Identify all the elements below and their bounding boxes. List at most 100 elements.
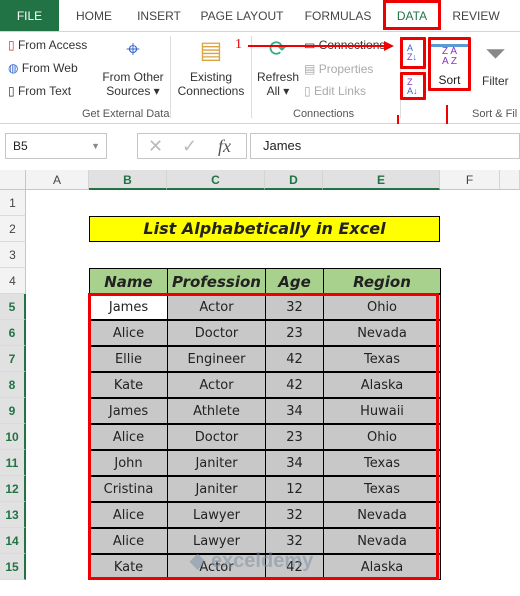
column-header-a[interactable]: A — [26, 170, 89, 190]
row-header-7[interactable]: 7 — [0, 346, 26, 372]
cell-age[interactable]: 23 — [265, 424, 324, 450]
edit-links-icon: ▯ — [304, 84, 311, 98]
from-access-button[interactable]: ▯ From Access — [8, 38, 87, 52]
row-header-12[interactable]: 12 — [0, 476, 26, 502]
row-header-2[interactable]: 2 — [0, 216, 26, 242]
tab-data[interactable]: DATA — [383, 0, 441, 30]
cell-region[interactable]: Huwaii — [323, 398, 441, 424]
row-header-13[interactable]: 13 — [0, 502, 26, 528]
funnel-icon: ⏷ — [484, 38, 506, 68]
column-header-c[interactable]: C — [167, 170, 265, 190]
cell-name[interactable]: Kate — [89, 372, 168, 398]
row-header-15[interactable]: 15 — [0, 554, 26, 580]
cell-age[interactable]: 42 — [265, 346, 324, 372]
row-header-4[interactable]: 4 — [0, 268, 26, 294]
filter-button[interactable]: ⏷ Filter — [482, 38, 509, 88]
tab-review[interactable]: REVIEW — [448, 0, 504, 31]
cell-profession[interactable]: Actor — [167, 372, 266, 398]
cell-name[interactable]: Alice — [89, 320, 168, 346]
tab-home[interactable]: HOME — [66, 0, 122, 31]
cell-profession[interactable]: Doctor — [167, 320, 266, 346]
column-header-e[interactable]: E — [323, 170, 440, 190]
cell-name[interactable]: John — [89, 450, 168, 476]
from-text-button[interactable]: ▯ From Text — [8, 84, 71, 98]
from-web-button[interactable]: ◍ From Web — [8, 61, 78, 75]
cell-region[interactable]: Ohio — [323, 294, 441, 320]
cell-region[interactable]: Texas — [323, 346, 441, 372]
cell-region[interactable]: Alaska — [323, 554, 441, 580]
watermark: ◆ exceldemy — [190, 550, 314, 572]
header-profession[interactable]: Profession — [167, 268, 266, 294]
cell-region[interactable]: Texas — [323, 476, 441, 502]
insert-function-icon[interactable]: fx — [218, 134, 231, 158]
edit-links-button[interactable]: ▯ Edit Links — [304, 84, 366, 98]
header-name[interactable]: Name — [89, 268, 168, 294]
row-header-9[interactable]: 9 — [0, 398, 26, 424]
cell-name[interactable]: Kate — [89, 554, 168, 580]
cell-profession[interactable]: Lawyer — [167, 502, 266, 528]
cell-age[interactable]: 34 — [265, 450, 324, 476]
cell-name[interactable]: James — [89, 398, 168, 424]
properties-button[interactable]: ▤ Properties — [304, 62, 373, 76]
column-header-f[interactable]: F — [440, 170, 500, 190]
sort-za-icon: Z A↓ — [407, 77, 418, 96]
cell-name[interactable]: Alice — [89, 424, 168, 450]
column-header-b[interactable]: B — [89, 170, 167, 190]
cell-name[interactable]: Alice — [89, 502, 168, 528]
row-header-14[interactable]: 14 — [0, 528, 26, 554]
cell-age[interactable]: 34 — [265, 398, 324, 424]
cell-profession[interactable]: Janiter — [167, 476, 266, 502]
dropdown-icon[interactable]: ▼ — [91, 134, 100, 158]
cell-profession[interactable]: Athlete — [167, 398, 266, 424]
cell-profession[interactable]: Engineer — [167, 346, 266, 372]
tab-file[interactable]: FILE — [0, 0, 59, 31]
cell-name[interactable]: James — [89, 294, 168, 320]
cell-profession[interactable]: Actor — [167, 294, 266, 320]
row-header-1[interactable]: 1 — [0, 190, 26, 216]
cell-age[interactable]: 42 — [265, 372, 324, 398]
row-header-5[interactable]: 5 — [0, 294, 26, 320]
enter-icon[interactable]: ✓ — [182, 134, 197, 158]
row-header-8[interactable]: 8 — [0, 372, 26, 398]
select-all-corner[interactable] — [0, 170, 26, 190]
cell-region[interactable]: Alaska — [323, 372, 441, 398]
cancel-icon[interactable]: ✕ — [148, 134, 163, 158]
row-header-10[interactable]: 10 — [0, 424, 26, 450]
header-age[interactable]: Age — [265, 268, 324, 294]
row-header-6[interactable]: 6 — [0, 320, 26, 346]
cell-name[interactable]: Cristina — [89, 476, 168, 502]
cell-age[interactable]: 32 — [265, 294, 324, 320]
name-box[interactable]: B5 ▼ — [5, 133, 107, 159]
cell-name[interactable]: Alice — [89, 528, 168, 554]
group-label-connections: Connections — [293, 108, 355, 120]
sort-z-to-a-button[interactable]: Z A↓ — [400, 72, 426, 100]
cell-name[interactable]: Ellie — [89, 346, 168, 372]
other-sources-icon: ⌖ — [126, 36, 140, 63]
cell-profession[interactable]: Janiter — [167, 450, 266, 476]
cell-region[interactable]: Texas — [323, 450, 441, 476]
tab-page-layout[interactable]: PAGE LAYOUT — [196, 0, 288, 31]
sort-a-to-z-button[interactable]: A Z↓ — [400, 37, 426, 69]
column-header-d[interactable]: D — [265, 170, 323, 190]
from-other-sources-button[interactable]: ⌖ From Other Sources ▾ — [100, 36, 166, 98]
refresh-icon: ⟳ — [268, 36, 288, 61]
cell-age[interactable]: 23 — [265, 320, 324, 346]
row-header-3[interactable]: 3 — [0, 242, 26, 268]
group-label-sort: Sort & Fil — [472, 108, 518, 120]
cell-region[interactable]: Nevada — [323, 502, 441, 528]
cell-profession[interactable]: Doctor — [167, 424, 266, 450]
cell-age[interactable]: 12 — [265, 476, 324, 502]
sort-button[interactable]: Z AA Z Sort — [428, 37, 471, 91]
tab-formulas[interactable]: FORMULAS — [300, 0, 376, 31]
cell-region[interactable]: Nevada — [323, 320, 441, 346]
cell-region[interactable]: Nevada — [323, 528, 441, 554]
formula-input[interactable]: James — [250, 133, 520, 159]
web-icon: ◍ — [8, 61, 19, 75]
row-header-11[interactable]: 11 — [0, 450, 26, 476]
header-region[interactable]: Region — [323, 268, 441, 294]
formula-buttons: ✕ ✓ fx — [137, 133, 247, 159]
cell-age[interactable]: 32 — [265, 502, 324, 528]
cell-region[interactable]: Ohio — [323, 424, 441, 450]
tab-insert[interactable]: INSERT — [130, 0, 188, 31]
ribbon-tabs: FILE HOME INSERT PAGE LAYOUT FORMULAS DA… — [0, 0, 520, 32]
